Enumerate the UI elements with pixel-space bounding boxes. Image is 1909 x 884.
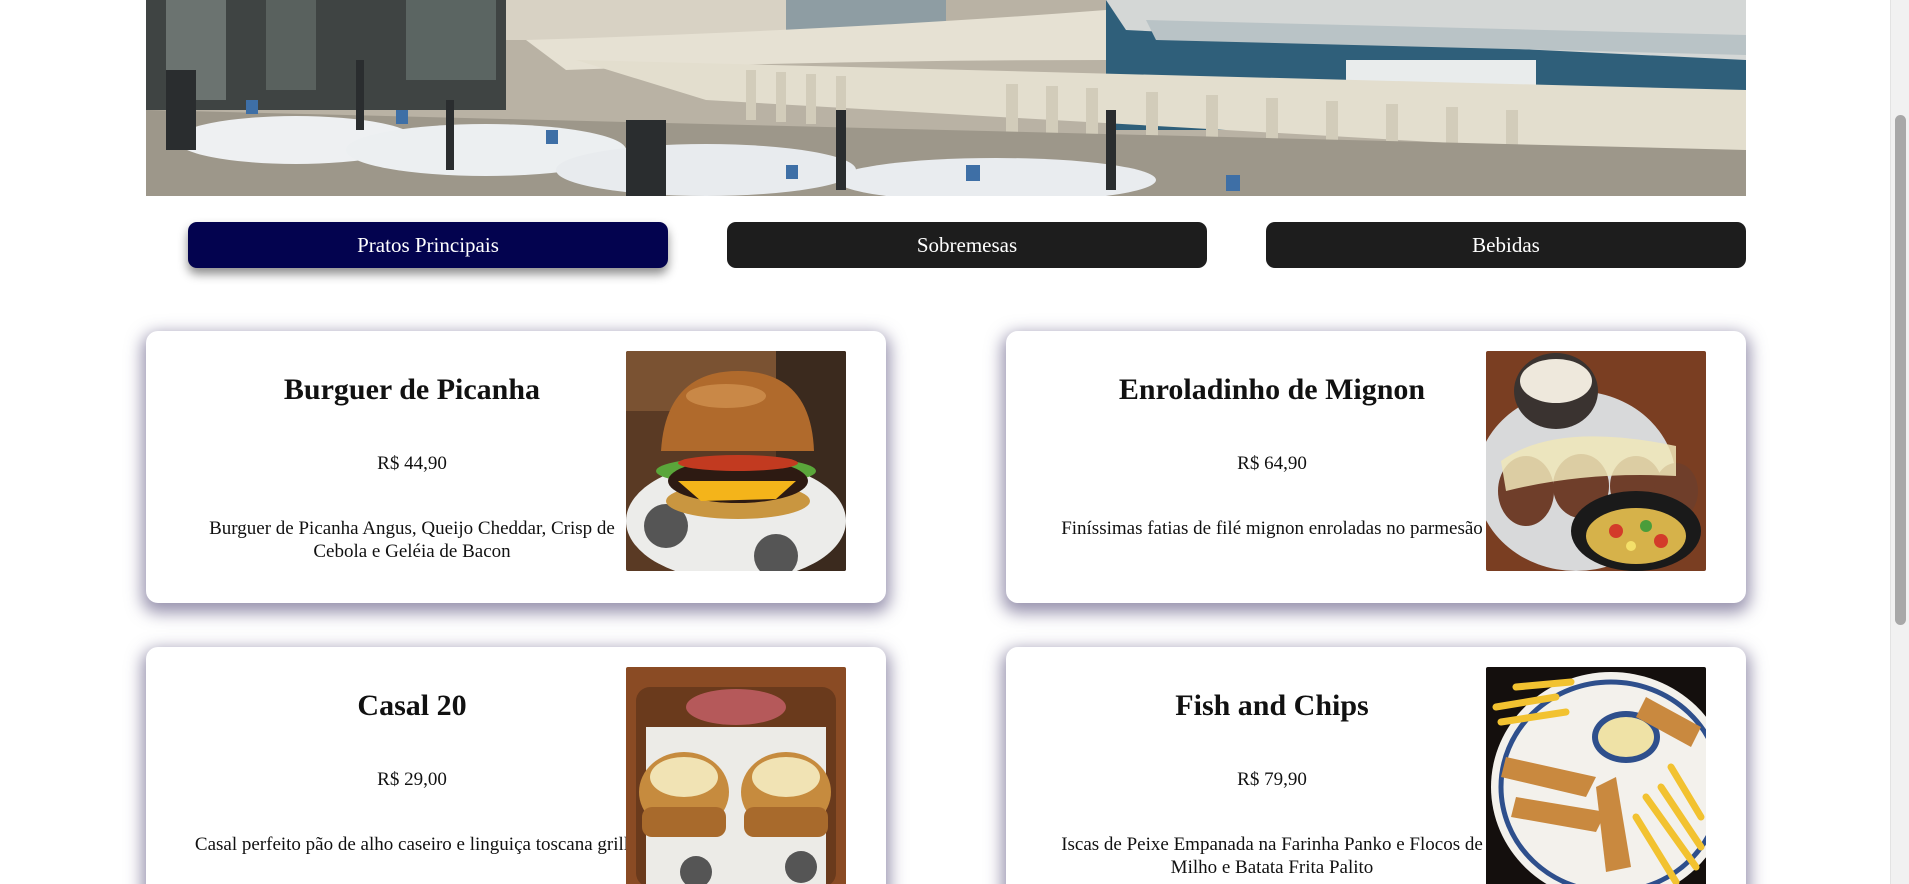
menu-category-tabs: Pratos Principais Sobremesas Bebidas [0, 222, 1890, 268]
dish-description: Casal perfeito pão de alho caseiro e lin… [194, 834, 630, 855]
dish-card: Casal 20 R$ 29,00 Casal perfeito pão de … [146, 647, 886, 884]
dish-description: Burguer de Picanha Angus, Queijo Cheddar… [209, 518, 615, 562]
tab-bebidas[interactable]: Bebidas [1266, 222, 1746, 268]
dish-card: Enroladinho de Mignon R$ 64,90 Finíssima… [1006, 331, 1746, 603]
dish-name: Casal 20 [357, 689, 467, 722]
fish-and-chips-photo [1486, 667, 1706, 884]
dish-description: Iscas de Peixe Empanada na Farinha Panko… [1061, 834, 1483, 878]
mignon-rolls-photo [1486, 351, 1706, 571]
dish-name: Enroladinho de Mignon [1118, 373, 1426, 406]
tab-sobremesas[interactable]: Sobremesas [727, 222, 1207, 268]
restaurant-terrace-banner [146, 0, 1746, 196]
dish-price: R$ 64,90 [1237, 453, 1307, 474]
dish-price: R$ 79,90 [1237, 769, 1307, 790]
scrollbar-thumb[interactable] [1895, 115, 1906, 625]
burger-photo [626, 351, 846, 571]
dish-price: R$ 44,90 [377, 453, 447, 474]
dish-name: Fish and Chips [1175, 689, 1369, 722]
menu-page: Pratos Principais Sobremesas Bebidas Bur… [0, 0, 1890, 884]
dish-name: Burguer de Picanha [283, 373, 541, 406]
vertical-scrollbar[interactable] [1890, 0, 1909, 884]
tab-pratos-principais[interactable]: Pratos Principais [188, 222, 668, 268]
garlic-bread-sausage-photo [626, 667, 846, 884]
dish-card: Burguer de Picanha R$ 44,90 Burguer de P… [146, 331, 886, 603]
dish-card: Fish and Chips R$ 79,90 Iscas de Peixe E… [1006, 647, 1746, 884]
dish-description: Finíssimas fatias de filé mignon enrolad… [1061, 518, 1483, 539]
dish-price: R$ 29,00 [377, 769, 447, 790]
